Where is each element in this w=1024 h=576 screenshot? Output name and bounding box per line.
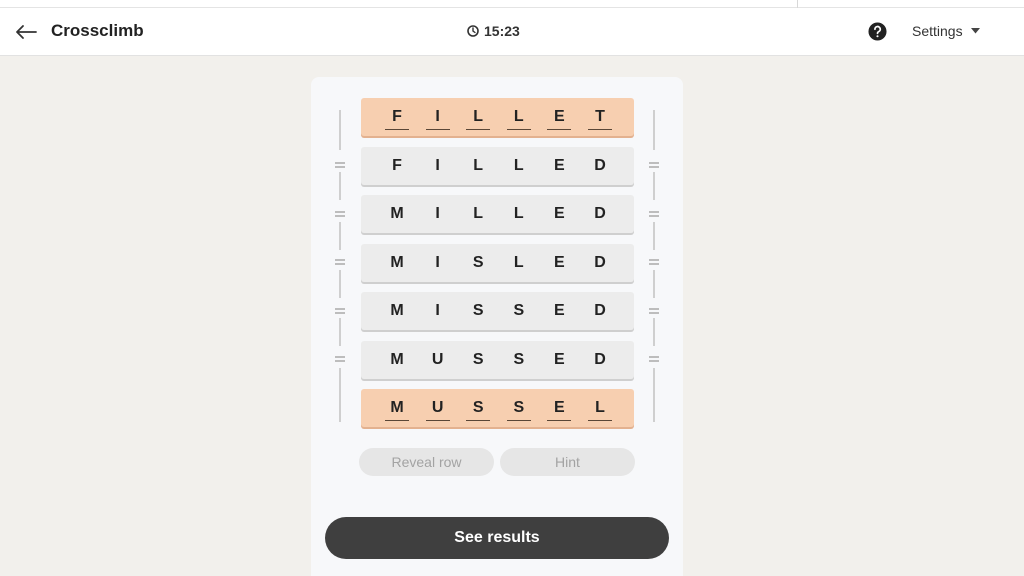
letter-tile: L: [466, 107, 491, 130]
letter-tile: L: [513, 156, 524, 174]
letter-tile: E: [554, 205, 565, 222]
caret-down-icon: [970, 28, 980, 34]
letter-tile: S: [513, 350, 525, 368]
letter-tile: M: [390, 205, 404, 222]
letter-tile: S: [472, 253, 484, 271]
left-rail: [339, 110, 341, 422]
letter-tile: S: [506, 398, 531, 421]
app-header: Crossclimb 15:23 Settings: [0, 8, 1024, 56]
letter-tile: L: [513, 205, 524, 222]
page-title: Crossclimb: [51, 21, 144, 40]
drag-handle-icon[interactable]: [649, 356, 659, 362]
letter-tile: L: [513, 253, 524, 271]
word-row[interactable]: MISSED: [361, 292, 634, 330]
letter-tile: I: [435, 156, 440, 174]
drag-handle-icon[interactable]: [649, 259, 659, 265]
letter-tile: D: [594, 156, 606, 174]
arrow-left-icon: [16, 25, 37, 39]
clock-icon: [467, 25, 479, 37]
drag-handle-icon[interactable]: [335, 162, 345, 168]
word-row[interactable]: MUSSED: [361, 340, 634, 379]
letter-tile: L: [473, 156, 484, 174]
letter-tile: E: [554, 156, 565, 174]
letter-tile: S: [513, 302, 525, 319]
letter-tile: I: [435, 253, 440, 271]
letter-tile: M: [390, 253, 404, 271]
question-circle-icon: [867, 21, 887, 41]
letter-tile: U: [431, 350, 444, 368]
letter-tile: E: [547, 107, 572, 130]
letter-tile: E: [554, 350, 565, 368]
letter-tile: M: [390, 350, 404, 368]
letter-tile: D: [594, 253, 606, 271]
back-button[interactable]: [12, 19, 40, 45]
letter-tile: I: [425, 107, 450, 130]
letter-tile: U: [425, 398, 450, 421]
drag-handle-icon[interactable]: [649, 211, 659, 217]
letter-tile: L: [473, 205, 484, 222]
letter-tile: D: [594, 205, 606, 222]
word-row[interactable]: MILLED: [361, 195, 634, 233]
drag-handle-icon[interactable]: [649, 162, 659, 168]
settings-label: Settings: [912, 23, 963, 39]
strip-divider: [797, 0, 798, 8]
drag-handle-icon[interactable]: [335, 211, 345, 217]
letter-tile: E: [554, 302, 565, 319]
drag-handle-icon[interactable]: [335, 356, 345, 362]
letter-tile: L: [587, 398, 612, 421]
hint-button[interactable]: Hint: [500, 448, 635, 476]
letter-tile: F: [385, 107, 409, 130]
letter-tile: I: [435, 205, 440, 222]
letter-tile: E: [547, 398, 572, 421]
timer-value: 15:23: [484, 23, 520, 39]
settings-dropdown[interactable]: Settings: [912, 23, 980, 39]
letter-tile: M: [385, 398, 409, 421]
letter-tile: S: [466, 398, 491, 421]
letter-tile: F: [392, 156, 402, 174]
help-button[interactable]: [867, 21, 887, 41]
letter-tile: D: [594, 302, 606, 319]
right-rail: [653, 110, 655, 422]
locked-word-row: MUSSEL: [361, 389, 634, 427]
letter-tile: M: [390, 302, 404, 319]
drag-handle-icon[interactable]: [649, 308, 659, 314]
letter-tile: E: [554, 253, 565, 271]
letter-tile: S: [472, 302, 484, 319]
locked-word-row: FILLET: [361, 98, 634, 136]
letter-tile: S: [472, 350, 484, 368]
drag-handle-icon[interactable]: [335, 308, 345, 314]
browser-strip: [0, 0, 1024, 8]
timer: 15:23: [467, 23, 520, 39]
letter-tile: I: [435, 302, 440, 319]
drag-handle-icon[interactable]: [335, 259, 345, 265]
letter-tile: L: [506, 107, 531, 130]
word-row[interactable]: MISLED: [361, 243, 634, 282]
word-row[interactable]: FILLED: [361, 146, 634, 185]
letter-tile: D: [594, 350, 606, 368]
see-results-button[interactable]: See results: [325, 517, 669, 559]
reveal-row-button[interactable]: Reveal row: [359, 448, 494, 476]
letter-tile: T: [587, 107, 612, 130]
